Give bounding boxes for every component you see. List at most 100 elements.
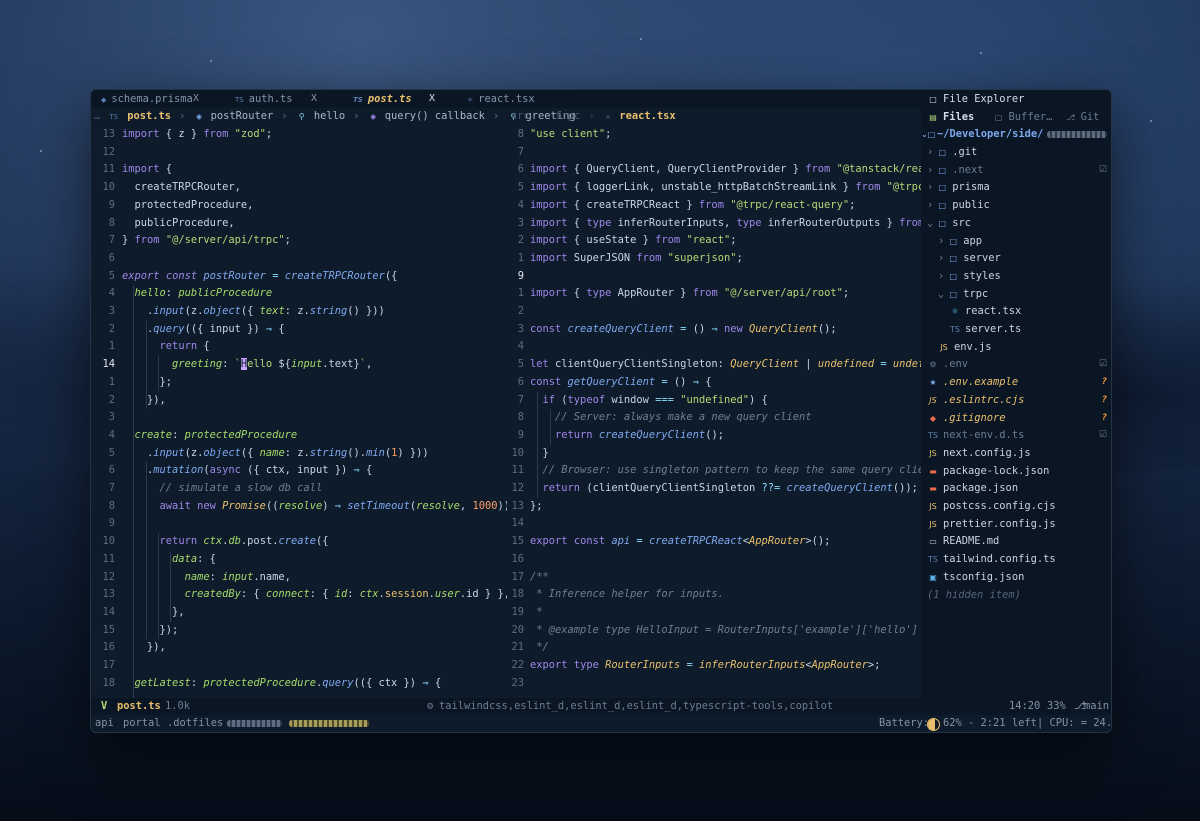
code-line[interactable]: 8 await new Promise((resolve) ⇒ setTimeo… — [91, 498, 507, 516]
editor-pane-right[interactable]: 8 "use client"; 7 6 import { QueryClient, Qu… — [507, 126, 921, 698]
code-line[interactable]: 8 "use client"; — [507, 126, 921, 144]
code-line[interactable]: 22 export type RouterInputs = inferRouter… — [507, 657, 921, 675]
code-line[interactable]: 11 // Browser: use singleton pattern to … — [507, 462, 921, 480]
tab-files[interactable]: ▤ Files — [927, 111, 974, 123]
code-line[interactable]: 17 — [91, 657, 507, 675]
code-line[interactable]: 6 const getQueryClient = () ⇒ { — [507, 374, 921, 392]
explorer-item[interactable]: JS prettier.config.js — [927, 516, 1111, 534]
explorer-item[interactable]: ▣ tsconfig.json — [927, 569, 1111, 587]
explorer-item[interactable]: ★ .env.example? — [927, 374, 1111, 392]
code-line[interactable]: 19 * — [507, 604, 921, 622]
code-line[interactable]: 1 }; — [91, 374, 507, 392]
close-icon[interactable]: X — [193, 90, 199, 108]
code-line[interactable]: 2 .query(({ input }) ⇒ { — [91, 321, 507, 339]
code-line[interactable]: 23 — [507, 675, 921, 693]
tmux-window[interactable]: .dotfiles — [167, 715, 223, 732]
tab-buffers[interactable]: ▢ Buffer… — [993, 111, 1053, 123]
explorer-item[interactable]: › □ prisma — [927, 179, 1111, 197]
explorer-item[interactable]: JS postcss.config.cjs — [927, 498, 1111, 516]
code-line[interactable]: 9 protectedProcedure, — [91, 197, 507, 215]
chevron-right-icon[interactable]: › — [938, 235, 944, 247]
code-line[interactable]: 3 import { type inferRouterInputs, type i… — [507, 215, 921, 233]
code-line[interactable]: 11 import { — [91, 161, 507, 179]
code-line[interactable]: 4 create: protectedProcedure — [91, 427, 507, 445]
explorer-item[interactable]: ▭ README.md — [927, 533, 1111, 551]
tab-git[interactable]: ⎇ Git — [1065, 111, 1099, 123]
breadcrumb-item[interactable]: query() callback — [385, 110, 485, 122]
code-line[interactable]: 8 publicProcedure, — [91, 215, 507, 233]
chevron-down-icon[interactable]: ⌄ — [927, 217, 933, 229]
code-line[interactable]: 18 getLatest: protectedProcedure.query((… — [91, 675, 507, 693]
explorer-item[interactable]: ⌄ □ trpc — [938, 286, 1111, 304]
code-line[interactable]: 15 }); — [91, 622, 507, 640]
code-line[interactable]: 7 // simulate a slow db call — [91, 480, 507, 498]
explorer-item[interactable]: › □ public — [927, 197, 1111, 215]
code-line[interactable]: 6 — [91, 250, 507, 268]
code-line[interactable]: 12 — [91, 144, 507, 162]
breadcrumb-item[interactable]: src — [511, 110, 530, 122]
editor-pane-left[interactable]: 13 import { z } from "zod"; 12 11 import {10… — [91, 126, 507, 698]
explorer-item[interactable]: JS next.config.js — [927, 445, 1111, 463]
explorer-root[interactable]: ⌄□ ~/Developer/side/ — [921, 126, 1108, 144]
chevron-right-icon[interactable]: › — [927, 199, 933, 211]
close-icon[interactable]: X — [429, 90, 435, 108]
code-line[interactable]: 4 — [507, 338, 921, 356]
chevron-down-icon[interactable]: ⌄ — [938, 288, 944, 300]
explorer-item[interactable]: TS tailwind.config.ts — [927, 551, 1111, 569]
explorer-item[interactable]: TS next-env.d.ts ☑ — [927, 427, 1111, 445]
code-line[interactable]: 10 createTRPCRouter, — [91, 179, 507, 197]
code-line[interactable]: 3 — [91, 409, 507, 427]
code-line[interactable]: 5 import { loggerLink, unstable_httpBatch… — [507, 179, 921, 197]
tab-auth-ts[interactable]: TS auth.ts X — [235, 90, 317, 108]
explorer-item[interactable]: › □ styles — [938, 268, 1111, 286]
code-line[interactable]: 14 — [507, 515, 921, 533]
code-line[interactable]: 2 }), — [91, 392, 507, 410]
tab-post-ts[interactable]: TS post.ts X — [353, 90, 435, 108]
explorer-item[interactable]: ◆ .gitignore? — [927, 410, 1111, 428]
code-line[interactable]: 20 * @example type HelloInput = RouterIn… — [507, 622, 921, 640]
code-line[interactable]: 3 .input(z.object({ text: z.string() })) — [91, 303, 507, 321]
code-line[interactable]: 14 greeting: `Hello ${input.text}`, — [91, 356, 507, 374]
code-line[interactable]: 7 — [507, 144, 921, 162]
explorer-item[interactable]: › □ .next ☑ — [927, 162, 1111, 180]
code-line[interactable]: 10 } — [507, 445, 921, 463]
code-line[interactable]: 16 }), — [91, 639, 507, 657]
chevron-right-icon[interactable]: › — [927, 146, 933, 158]
code-line[interactable]: 16 — [507, 551, 921, 569]
explorer-item[interactable]: ⚛ react.tsx — [949, 303, 1111, 321]
code-line[interactable]: 17 /** — [507, 569, 921, 587]
breadcrumb-item[interactable]: postRouter — [211, 110, 274, 122]
code-line[interactable]: 8 // Server: always make a new query cli… — [507, 409, 921, 427]
explorer-item[interactable]: › □ server — [938, 250, 1111, 268]
code-line[interactable]: 1 import { type AppRouter } from "@/serve… — [507, 285, 921, 303]
explorer-item[interactable]: ⌄ □ src — [927, 215, 1111, 233]
explorer-item[interactable]: (1 hidden item) — [927, 587, 1111, 605]
tab-react-tsx[interactable]: ⚛ react.tsx — [467, 90, 535, 108]
code-line[interactable]: 2 — [507, 303, 921, 321]
code-line[interactable]: 6 .mutation(async ({ ctx, input }) ⇒ { — [91, 462, 507, 480]
explorer-item[interactable]: › □ .git — [927, 144, 1111, 162]
code-line[interactable]: 21 */ — [507, 639, 921, 657]
code-line[interactable]: 5 let clientQueryClientSingleton: QueryCl… — [507, 356, 921, 374]
code-line[interactable]: 13}; — [507, 498, 921, 516]
tmux-window[interactable]: api — [95, 715, 114, 732]
tmux-window[interactable]: portal — [123, 715, 161, 732]
explorer-item[interactable]: TS server.ts — [949, 321, 1111, 339]
code-line[interactable]: 15 export const api = createTRPCReact<App… — [507, 533, 921, 551]
code-line[interactable]: 6 import { QueryClient, QueryClientProvid… — [507, 161, 921, 179]
breadcrumb-file[interactable]: post.ts — [127, 110, 171, 122]
explorer-item[interactable]: JS env.js — [938, 339, 1111, 357]
code-line[interactable]: 4 import { createTRPCReact } from "@trpc/… — [507, 197, 921, 215]
breadcrumb-item[interactable]: hello — [314, 110, 345, 122]
code-line[interactable]: 18 * Inference helper for inputs. — [507, 586, 921, 604]
breadcrumb-file[interactable]: react.tsx — [619, 110, 675, 122]
code-line[interactable]: 7} from "@/server/api/trpc"; — [91, 232, 507, 250]
code-line[interactable]: 9 — [507, 268, 921, 286]
chevron-right-icon[interactable]: › — [938, 270, 944, 282]
code-line[interactable]: 13 createdBy: { connect: { id: ctx.sessi… — [91, 586, 507, 604]
code-line[interactable]: 14 }, — [91, 604, 507, 622]
tab-schema-prisma[interactable]: ◆ schema.prisma X — [101, 90, 199, 108]
code-line[interactable]: 9 — [91, 515, 507, 533]
explorer-item[interactable]: ⚙ .env ☑ — [927, 356, 1111, 374]
close-icon[interactable]: X — [311, 90, 317, 108]
